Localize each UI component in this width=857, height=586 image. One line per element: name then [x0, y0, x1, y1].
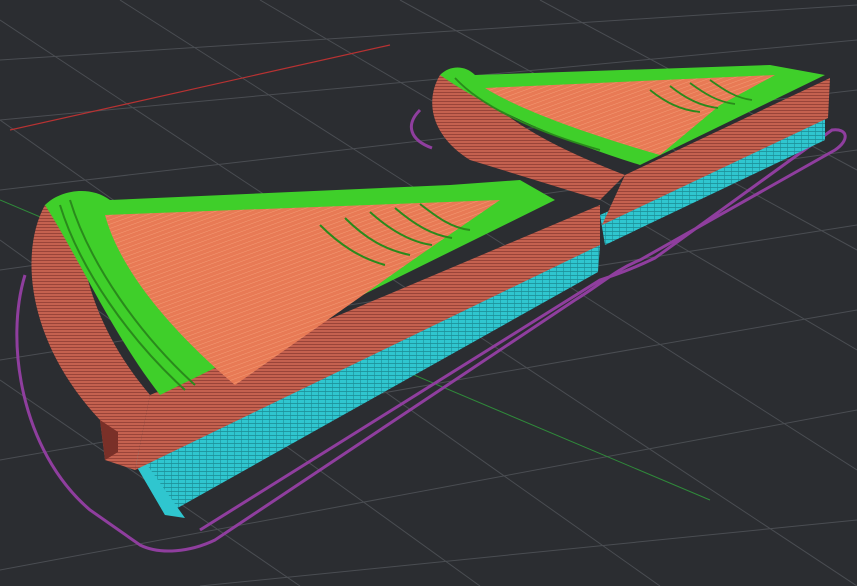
- skirt-outline-right: [409, 108, 433, 150]
- x-axis: [9, 44, 391, 131]
- toolpath-preview-canvas[interactable]: [0, 0, 857, 586]
- 3d-preview-viewport[interactable]: [0, 0, 857, 586]
